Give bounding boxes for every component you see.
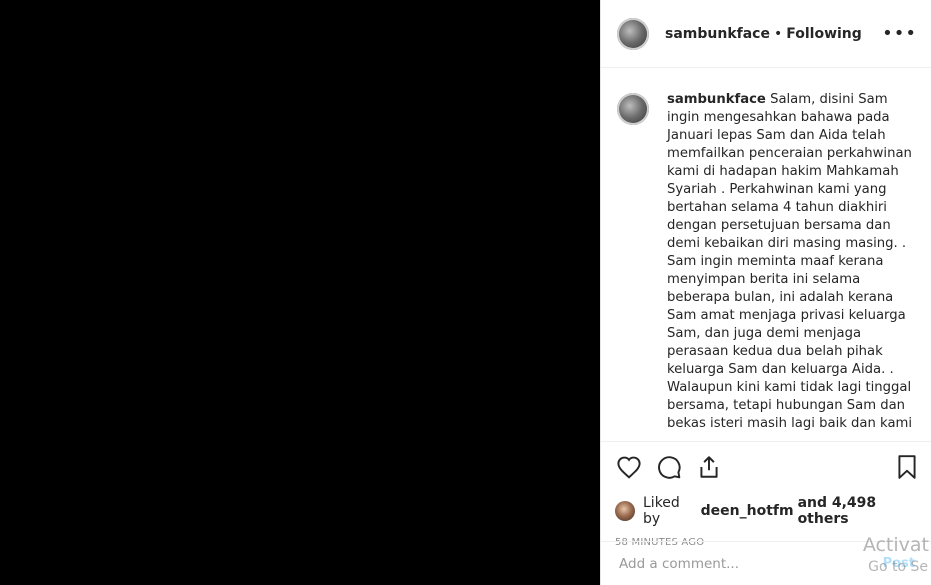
post-media[interactable] — [0, 0, 600, 585]
more-options-icon[interactable]: ••• — [882, 23, 917, 44]
follow-status-button[interactable]: Following — [786, 26, 862, 42]
comment-icon[interactable] — [655, 453, 683, 481]
caption-username[interactable]: sambunkface — [667, 92, 766, 107]
post-side-panel: sambunkface • Following ••• sambunkface … — [600, 0, 931, 585]
action-icons — [615, 452, 921, 482]
comment-input[interactable] — [617, 554, 841, 573]
comments-area[interactable]: sambunkface Salam, disini Sam ingin meng… — [601, 69, 931, 441]
caption-row: sambunkface Salam, disini Sam ingin meng… — [617, 91, 915, 433]
add-comment-bar: Post — [601, 541, 931, 585]
share-icon[interactable] — [695, 453, 723, 481]
header-separator: • — [773, 25, 783, 42]
header-username[interactable]: sambunkface — [665, 26, 770, 42]
liker-avatar[interactable] — [615, 501, 635, 521]
caption-body: Salam, disini Sam ingin mengesahkan baha… — [667, 92, 913, 431]
caption-text: sambunkface Salam, disini Sam ingin meng… — [667, 91, 913, 433]
header-meta: sambunkface • Following — [665, 26, 862, 42]
likes-prefix: Liked by — [643, 495, 680, 527]
likes-others-link[interactable]: and 4,498 others — [798, 495, 921, 527]
post-comment-button[interactable]: Post — [883, 556, 915, 571]
likes-summary: Liked by deen_hotfm and 4,498 others — [615, 495, 921, 527]
heart-icon[interactable] — [615, 453, 643, 481]
post-actions: Liked by deen_hotfm and 4,498 others 58 … — [601, 441, 931, 548]
caption-avatar[interactable] — [617, 93, 649, 125]
avatar[interactable] — [617, 17, 649, 50]
post-header: sambunkface • Following ••• — [601, 0, 931, 68]
likes-user-link[interactable]: deen_hotfm — [701, 503, 794, 519]
bookmark-icon[interactable] — [893, 453, 921, 481]
